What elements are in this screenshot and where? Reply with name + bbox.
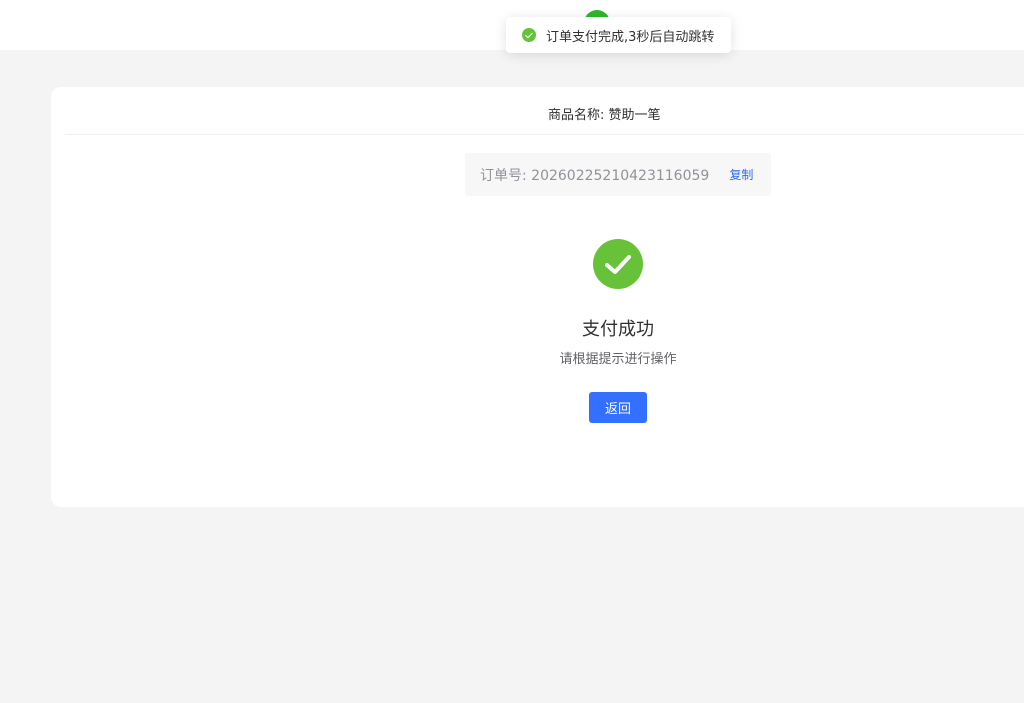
check-circle-icon <box>522 28 536 42</box>
product-name: 商品名称: 赞助一笔 <box>548 108 661 123</box>
order-number: 订单号: 20260225210423116059 <box>480 167 710 184</box>
back-button[interactable]: 返回 <box>589 392 647 423</box>
toast-message: 订单支付完成,3秒后自动跳转 <box>546 29 715 45</box>
result-title: 支付成功 <box>582 319 654 340</box>
success-check-icon <box>593 239 643 289</box>
card-header <box>65 87 1024 135</box>
payment-result-card: 商品名称: 赞助一笔 订单号: 20260225210423116059 复制 … <box>51 87 1024 507</box>
success-toast: 订单支付完成,3秒后自动跳转 <box>506 17 731 53</box>
result-subtitle: 请根据提示进行操作 <box>559 352 677 367</box>
order-number-box: 订单号: 20260225210423116059 复制 <box>465 153 771 196</box>
copy-button[interactable]: 复制 <box>729 166 753 183</box>
